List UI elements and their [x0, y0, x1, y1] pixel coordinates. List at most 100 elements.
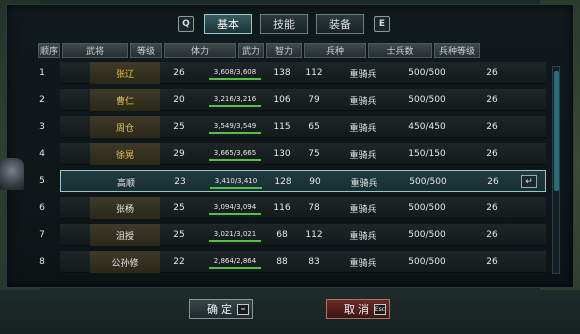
general-level: 20	[173, 95, 185, 105]
hp-bar	[209, 212, 261, 215]
table-row[interactable]: 2 曹仁 20 3,216/3,216 106 79 重骑兵 500/500 2…	[38, 89, 546, 111]
int-value: 90	[309, 177, 321, 187]
table-row[interactable]: 3 周仓 25 3,549/3,549 115 65 重骑兵 450/450 2…	[38, 116, 546, 138]
prev-tab-key[interactable]: Q	[178, 16, 194, 32]
table-row[interactable]: 7 沮授 25 3,021/3,021 68 112 重骑兵 500/500 2…	[38, 224, 546, 246]
hp-cell: 3,216/3,216	[200, 89, 270, 111]
esc-key-icon: Esc	[374, 304, 386, 315]
soldier-count: 500/500	[408, 203, 446, 213]
unit-level: 26	[486, 122, 498, 132]
confirm-label: 确定	[207, 303, 235, 316]
scrollbar[interactable]	[552, 66, 560, 274]
enter-key-icon[interactable]: ↵	[521, 175, 537, 188]
unit-type: 重骑兵	[349, 231, 377, 242]
hp-cell: 3,410/3,410	[201, 171, 271, 193]
general-portrait	[0, 158, 24, 190]
row-body[interactable]: 高顺 23 3,410/3,410 128 90 重骑兵 500/500 26 …	[60, 170, 546, 192]
soldier-count: 500/500	[408, 95, 446, 105]
col-unit[interactable]: 兵种	[304, 43, 366, 58]
col-general[interactable]: 武将	[62, 43, 128, 58]
hp-value: 2,864/2,864	[213, 256, 257, 265]
soldier-count: 150/150	[408, 149, 446, 159]
general-level: 25	[173, 203, 185, 213]
row-order: 4	[39, 149, 45, 159]
tab-basic[interactable]: 基本	[204, 14, 252, 34]
hp-bar	[209, 104, 261, 107]
general-name: 沮授	[90, 224, 160, 246]
general-level: 29	[173, 149, 185, 159]
int-value: 65	[308, 122, 320, 132]
scrollbar-thumb[interactable]	[554, 71, 559, 191]
table-row[interactable]: 6 张杨 25 3,094/3,094 116 78 重骑兵 500/500 2…	[38, 197, 546, 219]
col-level[interactable]: 等级	[130, 43, 162, 58]
col-war[interactable]: 武力	[238, 43, 264, 58]
soldier-count: 500/500	[408, 230, 446, 240]
cancel-button[interactable]: 取消 Esc	[326, 299, 390, 319]
unit-type: 重骑兵	[349, 69, 377, 80]
bottom-bar	[0, 290, 580, 334]
war-value: 68	[276, 230, 288, 240]
hp-cell: 3,608/3,608	[200, 62, 270, 84]
general-name: 徐晃	[90, 143, 160, 165]
general-level: 25	[173, 122, 185, 132]
hp-value: 3,608/3,608	[213, 67, 257, 76]
hp-value: 3,665/3,665	[213, 148, 257, 157]
col-soldiers[interactable]: 士兵数	[368, 43, 432, 58]
row-body[interactable]: 沮授 25 3,021/3,021 68 112 重骑兵 500/500 26	[60, 224, 546, 246]
soldier-count: 500/500	[409, 177, 447, 187]
hp-value: 3,216/3,216	[213, 94, 257, 103]
table-row[interactable]: 1 张辽 26 3,608/3,608 138 112 重骑兵 500/500 …	[38, 62, 546, 84]
row-body[interactable]: 张杨 25 3,094/3,094 116 78 重骑兵 500/500 26	[60, 197, 546, 219]
row-order: 5	[39, 176, 45, 186]
unit-type: 重骑兵	[349, 258, 377, 269]
hp-value: 3,549/3,549	[213, 121, 257, 130]
hp-bar	[209, 239, 261, 242]
unit-level: 26	[487, 177, 499, 187]
int-value: 79	[308, 95, 320, 105]
unit-level: 26	[486, 230, 498, 240]
col-unit-level[interactable]: 兵种等级	[434, 43, 480, 58]
hp-cell: 3,021/3,021	[200, 224, 270, 246]
war-value: 138	[273, 68, 291, 78]
tab-skills[interactable]: 技能	[260, 14, 308, 34]
row-body[interactable]: 张辽 26 3,608/3,608 138 112 重骑兵 500/500 26	[60, 62, 546, 84]
row-body[interactable]: 徐晃 29 3,665/3,665 130 75 重骑兵 150/150 26	[60, 143, 546, 165]
table-row[interactable]: 4 徐晃 29 3,665/3,665 130 75 重骑兵 150/150 2…	[38, 143, 546, 165]
general-name: 高顺	[116, 178, 135, 189]
table-row[interactable]: 8 公孙修 22 2,864/2,864 88 83 重骑兵 500/500 2…	[38, 251, 546, 273]
hp-bar	[209, 77, 261, 80]
general-level: 26	[173, 68, 185, 78]
row-body[interactable]: 周仓 25 3,549/3,549 115 65 重骑兵 450/450 26	[60, 116, 546, 138]
hp-value: 3,410/3,410	[214, 176, 258, 185]
hp-bar	[209, 266, 261, 269]
row-body[interactable]: 公孙修 22 2,864/2,864 88 83 重骑兵 500/500 26	[60, 251, 546, 273]
hp-cell: 2,864/2,864	[200, 251, 270, 273]
row-order: 3	[39, 122, 45, 132]
row-order: 7	[39, 230, 45, 240]
unit-level: 26	[486, 257, 498, 267]
confirm-button[interactable]: 确定 ━	[189, 299, 253, 319]
war-value: 116	[273, 203, 291, 213]
unit-level: 26	[486, 203, 498, 213]
hp-cell: 3,094/3,094	[200, 197, 270, 219]
unit-type: 重骑兵	[350, 178, 378, 189]
int-value: 112	[305, 68, 323, 78]
row-body[interactable]: 曹仁 20 3,216/3,216 106 79 重骑兵 500/500 26	[60, 89, 546, 111]
war-value: 130	[273, 149, 291, 159]
next-tab-key[interactable]: E	[374, 16, 390, 32]
col-order[interactable]: 顺序	[38, 43, 60, 58]
col-hp[interactable]: 体力	[164, 43, 236, 58]
row-order: 1	[39, 68, 45, 78]
int-value: 75	[308, 149, 320, 159]
unit-type: 重骑兵	[349, 150, 377, 161]
unit-level: 26	[486, 95, 498, 105]
unit-type: 重骑兵	[349, 123, 377, 134]
col-int[interactable]: 智力	[266, 43, 302, 58]
tab-equipment[interactable]: 装备	[316, 14, 364, 34]
war-value: 106	[273, 95, 291, 105]
int-value: 112	[305, 230, 323, 240]
hp-value: 3,021/3,021	[213, 229, 257, 238]
unit-level: 26	[486, 68, 498, 78]
table-row-selected[interactable]: 5 高顺 23 3,410/3,410 128 90 重骑兵 500/500 2…	[38, 170, 546, 192]
row-order: 8	[39, 257, 45, 267]
